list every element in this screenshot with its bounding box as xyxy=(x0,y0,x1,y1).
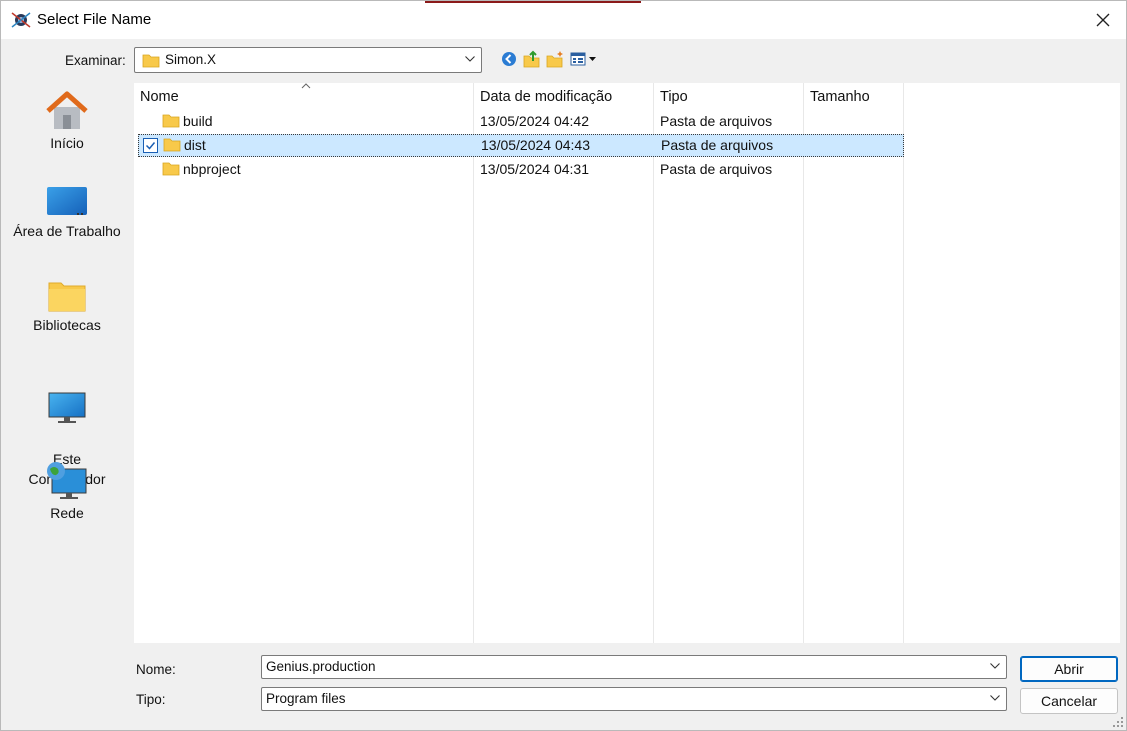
file-type-combo[interactable]: Program files xyxy=(261,687,1007,711)
close-icon xyxy=(1096,13,1110,27)
places-sidebar: Início Área de Trabalho Bibliotecas Este… xyxy=(6,81,128,723)
lookin-value: Simon.X xyxy=(165,52,217,67)
file-date: 13/05/2024 04:42 xyxy=(480,113,589,129)
chevron-down-icon xyxy=(990,663,1000,669)
file-type: Pasta de arquivos xyxy=(660,161,773,177)
computer-icon xyxy=(48,392,86,423)
file-list[interactable]: Nome Data de modificação Tipo Tamanho bu… xyxy=(134,83,1120,643)
file-row[interactable]: build 13/05/2024 04:42 Pasta de arquivos xyxy=(138,110,904,133)
file-name: nbproject xyxy=(183,161,241,177)
lookin-label: Examinar: xyxy=(65,53,126,68)
place-label: Área de Trabalho xyxy=(13,223,121,239)
place-label: Início xyxy=(50,135,84,151)
folder-icon xyxy=(162,114,180,128)
column-header-date[interactable]: Data de modificação xyxy=(480,89,612,105)
file-name-value: Genius.production xyxy=(266,659,376,674)
app-icon xyxy=(11,12,31,28)
window-title: Select File Name xyxy=(37,11,152,28)
chevron-down-icon xyxy=(990,695,1000,701)
file-date: 13/05/2024 04:31 xyxy=(480,161,589,177)
file-date: 13/05/2024 04:43 xyxy=(481,137,590,153)
open-button[interactable]: Abrir xyxy=(1020,656,1118,682)
close-button[interactable] xyxy=(1080,1,1126,39)
checkmark-icon xyxy=(145,142,156,150)
file-row[interactable]: nbproject 13/05/2024 04:31 Pasta de arqu… xyxy=(138,158,904,181)
chevron-down-icon xyxy=(465,56,475,62)
column-header-name[interactable]: Nome xyxy=(140,89,179,105)
up-folder-icon xyxy=(523,50,540,68)
file-type: Pasta de arquivos xyxy=(661,137,774,153)
file-name: dist xyxy=(184,137,206,153)
row-checkbox[interactable] xyxy=(143,138,158,153)
back-icon xyxy=(502,52,516,66)
title-bar: Select File Name xyxy=(1,1,1126,39)
file-name: build xyxy=(183,113,213,129)
new-folder-button[interactable] xyxy=(545,49,565,69)
folder-icon xyxy=(142,54,160,68)
home-icon xyxy=(46,91,88,129)
libraries-icon xyxy=(48,282,86,312)
file-row-selected[interactable]: dist 13/05/2024 04:43 Pasta de arquivos xyxy=(138,134,904,157)
column-header-type[interactable]: Tipo xyxy=(660,89,688,105)
file-type-label: Tipo: xyxy=(136,692,166,707)
back-button[interactable] xyxy=(499,49,519,69)
place-libraries[interactable]: Bibliotecas xyxy=(6,279,128,333)
lookin-combo[interactable]: Simon.X xyxy=(134,47,482,73)
resize-grip-icon[interactable] xyxy=(1113,717,1123,727)
file-name-label: Nome: xyxy=(136,662,176,677)
desktop-icon xyxy=(47,187,87,215)
file-name-combo[interactable]: Genius.production xyxy=(261,655,1007,679)
cancel-button[interactable]: Cancelar xyxy=(1020,688,1118,714)
view-menu-icon xyxy=(570,52,596,66)
sort-ascending-icon xyxy=(301,83,311,89)
column-header-size[interactable]: Tamanho xyxy=(810,89,870,105)
place-label: Bibliotecas xyxy=(33,317,101,333)
file-type: Pasta de arquivos xyxy=(660,113,773,129)
folder-icon xyxy=(163,138,181,152)
new-folder-icon xyxy=(546,51,563,68)
place-desktop[interactable]: Área de Trabalho xyxy=(6,185,128,239)
place-label: Rede xyxy=(50,505,84,521)
view-menu-button[interactable] xyxy=(569,49,599,69)
place-network[interactable]: Rede xyxy=(6,461,128,521)
place-home[interactable]: Início xyxy=(6,89,128,151)
background-window-edge xyxy=(425,1,641,3)
file-dialog: Select File Name Examinar: Simon.X Iníci… xyxy=(0,0,1127,731)
file-type-value: Program files xyxy=(266,691,346,706)
up-folder-button[interactable] xyxy=(522,49,542,69)
network-icon xyxy=(47,462,87,499)
folder-icon xyxy=(162,162,180,176)
